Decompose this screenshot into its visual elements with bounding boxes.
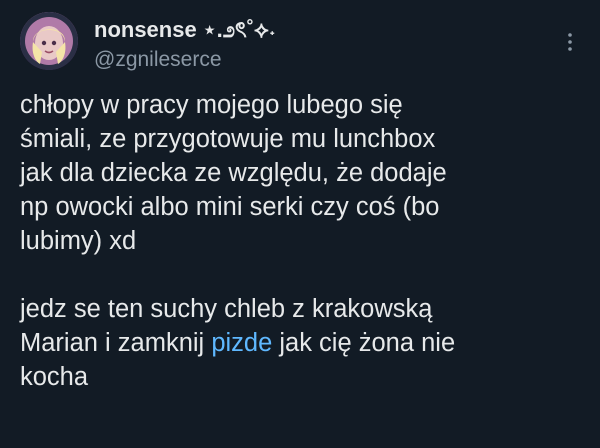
tweet-paragraph-2: jedz se ten suchy chleb z krakowską Mari… [20,292,585,394]
tweet-line: śmiali, ze przygotowuje mu lunchbox [20,125,436,153]
tweet-paragraph-1: chłopy w pracy mojego lubego się śmiali,… [20,88,585,258]
tweet-body: chłopy w pracy mojego lubego się śmiali,… [20,88,585,394]
tweet-line: kocha [20,363,89,391]
author-handle[interactable]: @zgnileserce [94,48,222,72]
more-vertical-icon [568,33,572,51]
highlighted-word-text: pizde [211,329,273,357]
tweet-line: jak dla dziecka ze względu, że dodaje [20,159,447,187]
highlighted-word: pizde [211,326,272,360]
tweet-card: nonsense ⋆.೨ৎ˚⟡˖ @zgnileserce chłopy w p… [0,0,600,448]
avatar[interactable] [20,12,78,70]
tweet-line: lubimy) xd [20,227,137,255]
avatar-image [20,12,78,70]
tweet-line: np owocki albo mini serki czy coś (bo [20,193,440,221]
tweet-text-segment: jak cię żona nie [272,329,456,357]
tweet-line: Marian i zamknij pizde jak cię żona nie [20,326,585,360]
tweet-line: jedz se ten suchy chleb z krakowską [20,295,433,323]
more-options-button[interactable] [560,28,580,58]
author-display-name[interactable]: nonsense ⋆.೨ৎ˚⟡˖ [94,13,276,50]
tweet-line: chłopy w pracy mojego lubego się [20,91,403,119]
tweet-text-segment: Marian i zamknij [20,329,212,357]
